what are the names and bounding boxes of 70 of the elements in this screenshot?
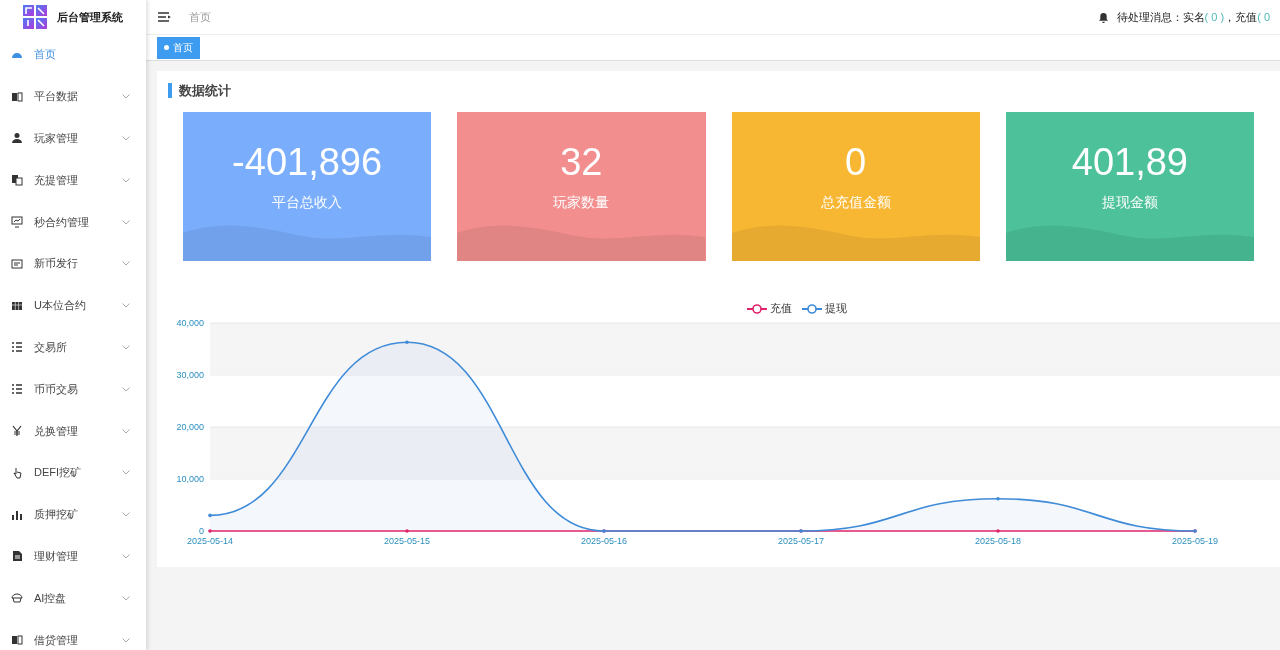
chevron-down-icon bbox=[122, 595, 130, 601]
pending-notice: 待处理消息：实名( 0 )，充值( 0 bbox=[1116, 9, 1270, 25]
x-tick-label: 2025-05-18 bbox=[974, 536, 1022, 546]
file-icon bbox=[11, 550, 23, 563]
book-icon bbox=[11, 634, 23, 647]
x-tick-label: 2025-05-19 bbox=[1171, 536, 1219, 546]
y-tick-label: 10,000 bbox=[176, 474, 204, 484]
x-tick-label: 2025-05-17 bbox=[777, 536, 825, 546]
chevron-down-icon bbox=[122, 428, 130, 434]
section-title: 数据统计 bbox=[168, 83, 1254, 98]
copy-icon bbox=[11, 174, 23, 187]
legend-item[interactable]: 提现 bbox=[802, 301, 847, 316]
sidebar-item[interactable]: 首页 bbox=[0, 34, 146, 76]
legend-item[interactable]: 充值 bbox=[747, 301, 792, 316]
card-icon bbox=[11, 257, 23, 270]
sidebar-item[interactable]: 平台数据 bbox=[0, 75, 146, 118]
sidebar-item[interactable]: DEFI挖矿 bbox=[0, 451, 146, 494]
chevron-down-icon bbox=[122, 386, 130, 392]
sidebar-item[interactable]: 借贷管理 bbox=[0, 619, 146, 650]
list-icon bbox=[11, 383, 23, 396]
bars-icon bbox=[11, 508, 23, 521]
chevron-down-icon bbox=[122, 136, 130, 141]
stat-label: 总充值金额 bbox=[820, 194, 891, 212]
x-tick-label: 2025-05-15 bbox=[383, 536, 431, 546]
hand-icon bbox=[11, 466, 23, 479]
list-icon bbox=[11, 341, 23, 354]
y-tick-label: 30,000 bbox=[176, 370, 204, 380]
chevron-down-icon bbox=[122, 637, 130, 643]
y-tick-label: 20,000 bbox=[176, 422, 204, 432]
menu-icon[interactable] bbox=[158, 12, 171, 22]
chevron-down-icon bbox=[122, 553, 130, 559]
stat-label: 提现金额 bbox=[1101, 194, 1158, 212]
grid-icon bbox=[11, 299, 23, 312]
chevron-down-icon bbox=[122, 512, 130, 518]
sidebar-item[interactable]: 质押挖矿 bbox=[0, 493, 146, 536]
user-icon bbox=[11, 132, 23, 145]
sidebar-item[interactable]: 玩家管理 bbox=[0, 117, 146, 160]
chevron-down-icon bbox=[122, 303, 130, 309]
x-tick-label: 2025-05-14 bbox=[186, 536, 234, 546]
sidebar-item[interactable]: 交易所 bbox=[0, 326, 146, 369]
stat-value: -401,896 bbox=[232, 141, 383, 184]
sidebar-item[interactable]: 秒合约管理 bbox=[0, 201, 146, 243]
yen-icon bbox=[11, 425, 23, 438]
y-tick-label: 0 bbox=[198, 526, 204, 536]
chevron-down-icon bbox=[122, 261, 130, 267]
sidebar-item[interactable]: 理财管理 bbox=[0, 535, 146, 578]
chevron-down-icon bbox=[122, 470, 130, 476]
robot-icon bbox=[11, 592, 23, 605]
chevron-down-icon bbox=[122, 177, 130, 183]
sidebar-item[interactable]: 兑换管理 bbox=[0, 410, 146, 452]
monitor-icon bbox=[11, 216, 23, 229]
stat-label: 平台总收入 bbox=[272, 194, 343, 212]
y-tick-label: 40,000 bbox=[176, 318, 204, 328]
sidebar-item[interactable]: 币币交易 bbox=[0, 368, 146, 411]
x-tick-label: 2025-05-16 bbox=[580, 536, 628, 546]
bell-icon[interactable] bbox=[1097, 11, 1109, 23]
stat-value: 401,89 bbox=[1071, 141, 1188, 184]
sidebar-item[interactable]: 充提管理 bbox=[0, 159, 146, 202]
stat-label: 玩家数量 bbox=[553, 194, 610, 212]
chevron-down-icon bbox=[122, 94, 130, 100]
app-title: 后台管理系统 bbox=[57, 9, 123, 25]
chevron-down-icon bbox=[122, 219, 130, 225]
logo-icon bbox=[23, 5, 47, 29]
chevron-down-icon bbox=[122, 344, 130, 350]
book-icon bbox=[11, 90, 23, 103]
stat-value: 0 bbox=[845, 141, 867, 184]
sidebar-item[interactable]: U本位合约 bbox=[0, 284, 146, 327]
sidebar-item[interactable]: AI控盘 bbox=[0, 577, 146, 620]
sidebar-item[interactable]: 新币发行 bbox=[0, 243, 146, 285]
stat-value: 32 bbox=[560, 141, 603, 184]
